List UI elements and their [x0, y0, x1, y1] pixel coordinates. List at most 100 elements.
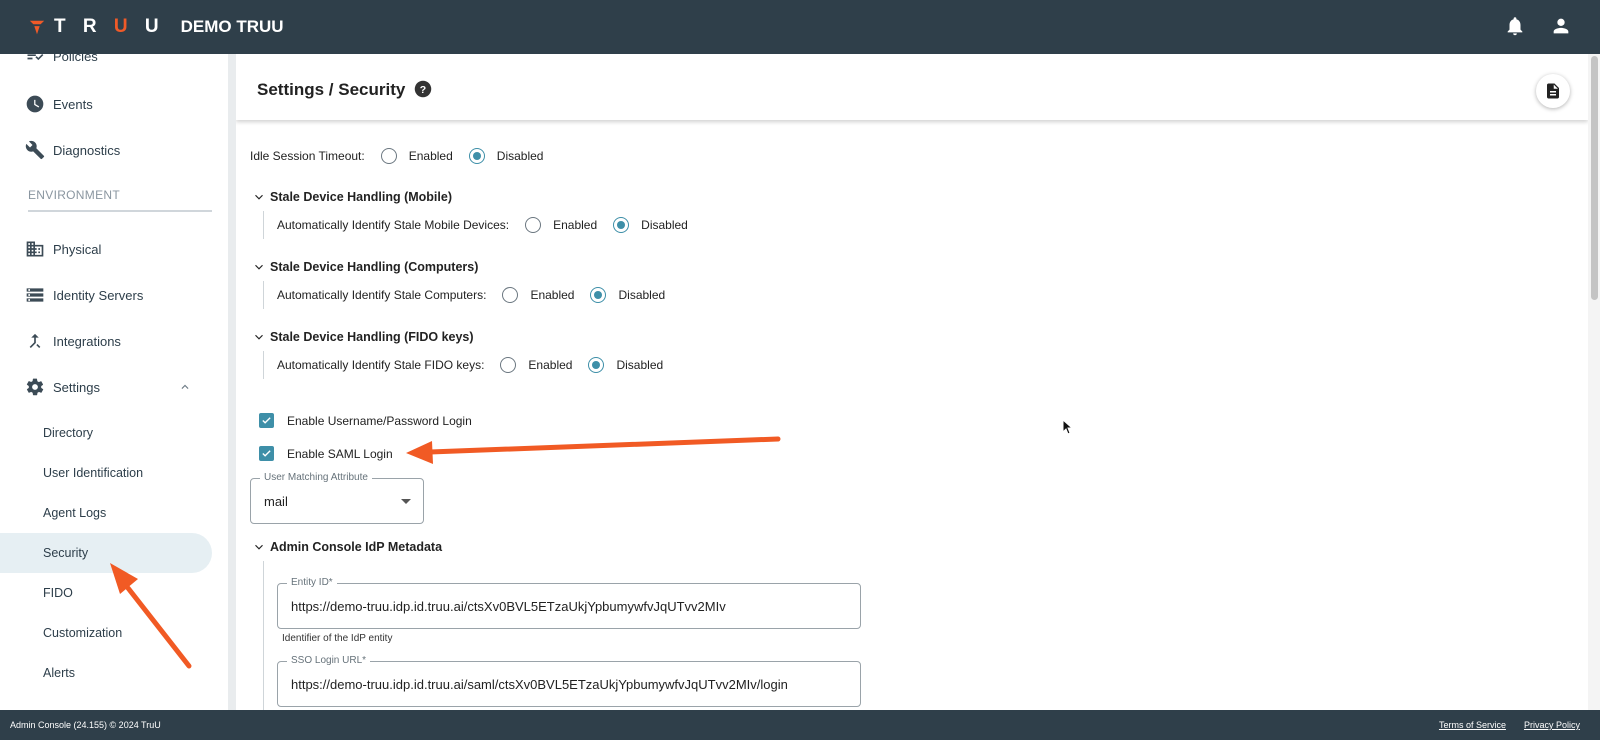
section-guide-line [263, 281, 264, 309]
saml-login-label: Enable SAML Login [287, 446, 393, 461]
radio-label: Disabled [616, 358, 664, 372]
fido-disabled-radio[interactable] [588, 357, 605, 373]
stale-computers-row: Automatically Identify Stale Computers: … [277, 287, 665, 303]
chevron-down-icon [255, 194, 263, 200]
chevron-down-icon [255, 264, 263, 270]
building-icon [26, 241, 44, 257]
help-icon[interactable]: ? [414, 80, 432, 98]
sidebar-item-label: Events [53, 96, 93, 112]
sidebar-subitem-agent-logs[interactable]: Agent Logs [0, 493, 212, 533]
stale-fido-row: Automatically Identify Stale FIDO keys: … [277, 357, 663, 373]
stale-mobile-label: Automatically Identify Stale Mobile Devi… [277, 218, 510, 232]
radio-label: Enabled [530, 288, 575, 302]
clock-icon [26, 95, 44, 113]
privacy-policy-link[interactable]: Privacy Policy [1524, 720, 1580, 730]
main-content: Settings / Security ? Idle Session Timeo… [236, 54, 1588, 710]
radio-label: Enabled [408, 149, 453, 163]
idp-metadata-section-header[interactable]: Admin Console IdP Metadata [252, 540, 442, 554]
sidebar-subitem-customization[interactable]: Customization [0, 613, 212, 653]
truu-logo[interactable]: T R U U [28, 16, 165, 38]
idle-disabled-radio[interactable] [468, 148, 485, 164]
chevron-down-icon [255, 334, 263, 340]
section-title: Stale Device Handling (Mobile) [270, 190, 452, 204]
entity-id-field[interactable]: Entity ID* https://demo-truu.idp.id.truu… [277, 577, 861, 629]
section-title: Stale Device Handling (FIDO keys) [270, 330, 474, 344]
mouse-cursor-icon [1062, 419, 1073, 435]
idle-enabled-radio[interactable] [380, 148, 397, 164]
footer: Admin Console (24.155) © 2024 TruU Terms… [0, 710, 1600, 740]
sidebar-item-policies[interactable]: Policies [0, 54, 212, 76]
stale-fido-label: Automatically Identify Stale FIDO keys: [277, 358, 485, 372]
sidebar-item-settings[interactable]: Settings [0, 367, 212, 407]
chevron-down-icon [255, 544, 263, 550]
section-title: Stale Device Handling (Computers) [270, 260, 479, 274]
policies-icon [27, 54, 44, 61]
org-name: DEMO TRUU [180, 17, 284, 36]
document-icon [1547, 83, 1559, 99]
logo-text: T R U U [54, 16, 165, 37]
sidebar-item-diagnostics[interactable]: Diagnostics [0, 130, 212, 170]
idle-session-label: Idle Session Timeout: [250, 149, 365, 163]
idle-session-timeout-row: Idle Session Timeout: Enabled Disabled [250, 148, 543, 164]
radio-label: Disabled [496, 149, 544, 163]
page-header: Settings / Security ? [236, 54, 1588, 120]
merge-icon [29, 333, 41, 348]
sidebar-item-integrations[interactable]: Integrations [0, 321, 212, 361]
notifications-bell-icon[interactable] [1504, 15, 1526, 37]
section-title: Admin Console IdP Metadata [270, 540, 443, 554]
radio-label: Disabled [641, 218, 688, 232]
scrollbar-thumb[interactable] [1591, 56, 1598, 300]
user-matching-attribute-select[interactable]: User Matching Attribute mail [250, 472, 424, 524]
mobile-disabled-radio[interactable] [613, 217, 630, 233]
computers-enabled-radio[interactable] [502, 287, 519, 303]
sidebar-item-label: Physical [53, 241, 102, 257]
entity-id-value: https://demo-truu.idp.id.truu.ai/ctsXv0B… [291, 599, 726, 614]
terms-of-service-link[interactable]: Terms of Service [1439, 720, 1506, 730]
dropdown-caret-icon [401, 499, 411, 504]
servers-icon [26, 288, 44, 302]
sidebar-item-identity-servers[interactable]: Identity Servers [0, 275, 212, 315]
username-password-login-checkbox[interactable] [259, 413, 274, 428]
fido-enabled-radio[interactable] [500, 357, 517, 373]
footer-copyright: Admin Console (24.155) © 2024 TruU [10, 720, 161, 730]
stale-computers-section-header[interactable]: Stale Device Handling (Computers) [252, 260, 478, 274]
truu-logo-mark-icon [29, 20, 45, 35]
sidebar-subitem-user-identification[interactable]: User Identification [0, 453, 212, 493]
documentation-button[interactable] [1536, 74, 1570, 108]
sso-login-url-field[interactable]: SSO Login URL* https://demo-truu.idp.id.… [277, 655, 861, 707]
gear-icon [26, 378, 44, 396]
stale-mobile-section-header[interactable]: Stale Device Handling (Mobile) [252, 190, 452, 204]
sidebar-subitem-alerts[interactable]: Alerts [0, 653, 212, 693]
sso-login-url-value: https://demo-truu.idp.id.truu.ai/saml/ct… [291, 677, 788, 692]
sidebar-item-label: Diagnostics [53, 142, 121, 158]
saml-login-option: Enable SAML Login [259, 446, 393, 461]
chevron-up-icon[interactable] [178, 380, 192, 394]
computers-disabled-radio[interactable] [590, 287, 607, 303]
stale-fido-section-header[interactable]: Stale Device Handling (FIDO keys) [252, 330, 474, 344]
sidebar-subitem-fido[interactable]: FIDO [0, 573, 212, 613]
sidebar-subitem-security[interactable]: Security [0, 533, 212, 573]
saml-login-checkbox[interactable] [259, 446, 274, 461]
main-scrollbar[interactable] [1588, 54, 1600, 710]
account-user-icon[interactable] [1550, 15, 1572, 37]
username-password-login-label: Enable Username/Password Login [287, 413, 472, 428]
radio-label: Enabled [553, 218, 598, 232]
svg-text:?: ? [420, 84, 426, 96]
section-guide-line [263, 211, 264, 239]
sidebar-item-label: Policies [53, 54, 98, 64]
user-matching-attribute-value: mail [264, 494, 288, 509]
section-guide-line [263, 351, 264, 379]
page-title: Settings / Security [257, 80, 406, 99]
sidebar-item-label: Identity Servers [53, 287, 144, 303]
sidebar-item-label: Integrations [53, 333, 121, 349]
sidebar-subitem-directory[interactable]: Directory [0, 413, 212, 453]
checkmark-icon [262, 450, 271, 457]
mobile-enabled-radio[interactable] [525, 217, 542, 233]
sidebar-item-events[interactable]: Events [0, 84, 212, 124]
top-app-bar: T R U U DEMO TRUU [0, 0, 1600, 54]
radio-label: Enabled [528, 358, 573, 372]
sidebar-item-physical[interactable]: Physical [0, 229, 212, 269]
radio-label: Disabled [618, 288, 666, 302]
wrench-icon [25, 140, 45, 160]
sidebar-item-label: Settings [53, 379, 100, 395]
